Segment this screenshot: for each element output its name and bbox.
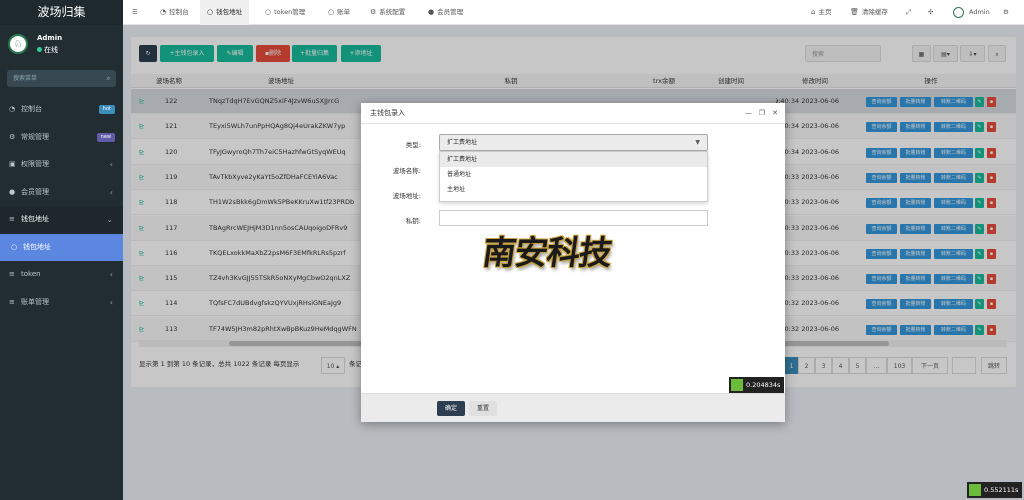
timer-icon: [731, 379, 743, 391]
sidebar-item-bills[interactable]: ≡ 账单管理 ‹: [0, 289, 123, 317]
hot-badge: hot: [98, 105, 115, 114]
sidebar-search-input[interactable]: 搜索菜单 ⌕: [7, 70, 116, 87]
private-key-label: 私钥:: [405, 217, 421, 225]
dashboard-icon: ◔: [9, 105, 16, 113]
list-icon: ≡: [9, 270, 15, 278]
app-title: 波场归集: [0, 0, 123, 25]
sidebar-item-general[interactable]: ⚙ 常规管理 new: [0, 124, 123, 152]
tab-wallet-address[interactable]: ○ 钱包地址: [200, 0, 250, 25]
cog-icon: ⚙: [370, 8, 377, 16]
sidebar-menu: ◔ 控制台 hot ⚙ 常规管理 new ▣ 权限管理 ‹ ● 会员管理 ‹ ≡ 钱包地址 ⌄ ○ 钱…: [0, 96, 123, 316]
home-link[interactable]: ⌂ 主页: [811, 0, 831, 25]
sidebar-item-dashboard[interactable]: ◔ 控制台 hot: [0, 96, 123, 124]
fullscreen-icon[interactable]: ✣: [928, 0, 933, 25]
tab-dashboard[interactable]: ◔ 控制台: [153, 0, 196, 25]
type-select[interactable]: 扩工费地址 ▼: [439, 134, 708, 151]
sidebar-item-token[interactable]: ≡ token ‹: [0, 261, 123, 289]
reset-button[interactable]: 重置: [469, 401, 497, 416]
type-dropdown: 扩工费地址 普通地址 主地址: [439, 151, 708, 202]
sidebar-item-permission[interactable]: ▣ 权限管理 ‹: [0, 151, 123, 179]
address-label: 波场地址:: [392, 192, 421, 200]
chevron-down-icon: ⌄: [106, 215, 113, 224]
sidebar-item-members[interactable]: ● 会员管理 ‹: [0, 179, 123, 207]
name-label: 波场名称:: [392, 167, 421, 175]
tab-token[interactable]: ○ token管理: [258, 0, 312, 25]
timer-badge: 0.204834s: [729, 377, 785, 393]
group-icon: ▣: [9, 160, 16, 168]
circle-icon: ○: [11, 242, 18, 251]
tab-bills[interactable]: ○ 账单: [321, 0, 357, 25]
option-fee-address[interactable]: 扩工费地址: [440, 152, 707, 167]
list-icon: ≡: [9, 215, 15, 223]
circle-icon: ○: [207, 8, 214, 16]
top-navbar: ☰ ◔ 控制台 ○ 钱包地址 ○ token管理 ○ 账单 ⚙ 系统配置 ● 会员管理 ⌂ 主…: [123, 0, 1024, 25]
user-icon: ●: [428, 8, 435, 16]
trash-icon: 🗑: [850, 8, 859, 16]
user-name: Admin: [37, 34, 63, 42]
sidebar-item-wallet[interactable]: ≡ 钱包地址 ⌄: [0, 206, 123, 234]
caret-down-icon: ▼: [695, 139, 700, 146]
dialog-footer: 确定 重置: [361, 393, 785, 422]
chevron-left-icon: ‹: [109, 187, 113, 197]
new-badge: new: [96, 132, 115, 142]
sidebar-item-wallet-address[interactable]: ○ 钱包地址: [0, 233, 123, 261]
search-icon[interactable]: ⌕: [107, 70, 110, 87]
circle-icon: ○: [328, 8, 335, 16]
avatar: ♘: [8, 34, 28, 54]
cog-icon: ⚙: [9, 132, 16, 141]
online-dot-icon: [37, 47, 42, 52]
chevron-left-icon: ‹: [109, 160, 113, 169]
confirm-button[interactable]: 确定: [437, 401, 465, 416]
dialog-title: 主钱包录入: [370, 109, 405, 117]
user-status: 在线: [37, 45, 58, 55]
admin-menu[interactable]: Admin: [953, 0, 990, 25]
tab-system-config[interactable]: ⚙ 系统配置: [363, 0, 412, 25]
timer-badge: 0.552111s: [967, 482, 1023, 498]
brand-watermark: 南安科技: [480, 233, 614, 272]
option-main-address[interactable]: 主地址: [440, 182, 707, 197]
sidebar: 波场归集 ♘ Admin 在线 搜索菜单 ⌕ ◔ 控制台 hot ⚙ 常规管理 new ▣…: [0, 0, 123, 500]
expand-icon[interactable]: ⤢: [906, 0, 911, 25]
type-label: 类型:: [405, 141, 421, 149]
chevron-left-icon: ‹: [109, 297, 113, 307]
maximize-icon[interactable]: ❐: [759, 103, 765, 124]
add-main-wallet-dialog: 主钱包录入 — ❐ ✕ 类型: 扩工费地址 ▼ 扩工费地址 普通地址 主地址 波场…: [361, 103, 785, 422]
close-icon[interactable]: ✕: [772, 103, 778, 124]
option-normal-address[interactable]: 普通地址: [440, 167, 707, 182]
tab-members[interactable]: ● 会员管理: [421, 0, 470, 25]
list-icon: ≡: [9, 297, 15, 306]
settings-icon[interactable]: ⚙: [1003, 0, 1009, 25]
dialog-header: 主钱包录入 — ❐ ✕: [361, 103, 785, 124]
home-icon: ⌂: [811, 8, 816, 16]
private-key-input[interactable]: [439, 210, 708, 226]
minimize-icon[interactable]: —: [745, 103, 752, 124]
timer-icon: [969, 484, 981, 496]
user-icon: ●: [9, 187, 16, 196]
avatar: [953, 6, 964, 18]
circle-icon: ○: [265, 8, 272, 16]
user-panel: ♘ Admin 在线: [0, 29, 123, 67]
dashboard-icon: ◔: [160, 8, 167, 16]
chevron-left-icon: ‹: [109, 270, 113, 279]
clear-cache-link[interactable]: 🗑 清除缓存: [850, 0, 888, 25]
sidebar-search-placeholder: 搜索菜单: [13, 75, 38, 82]
menu-toggle-icon[interactable]: ☰: [132, 0, 138, 25]
